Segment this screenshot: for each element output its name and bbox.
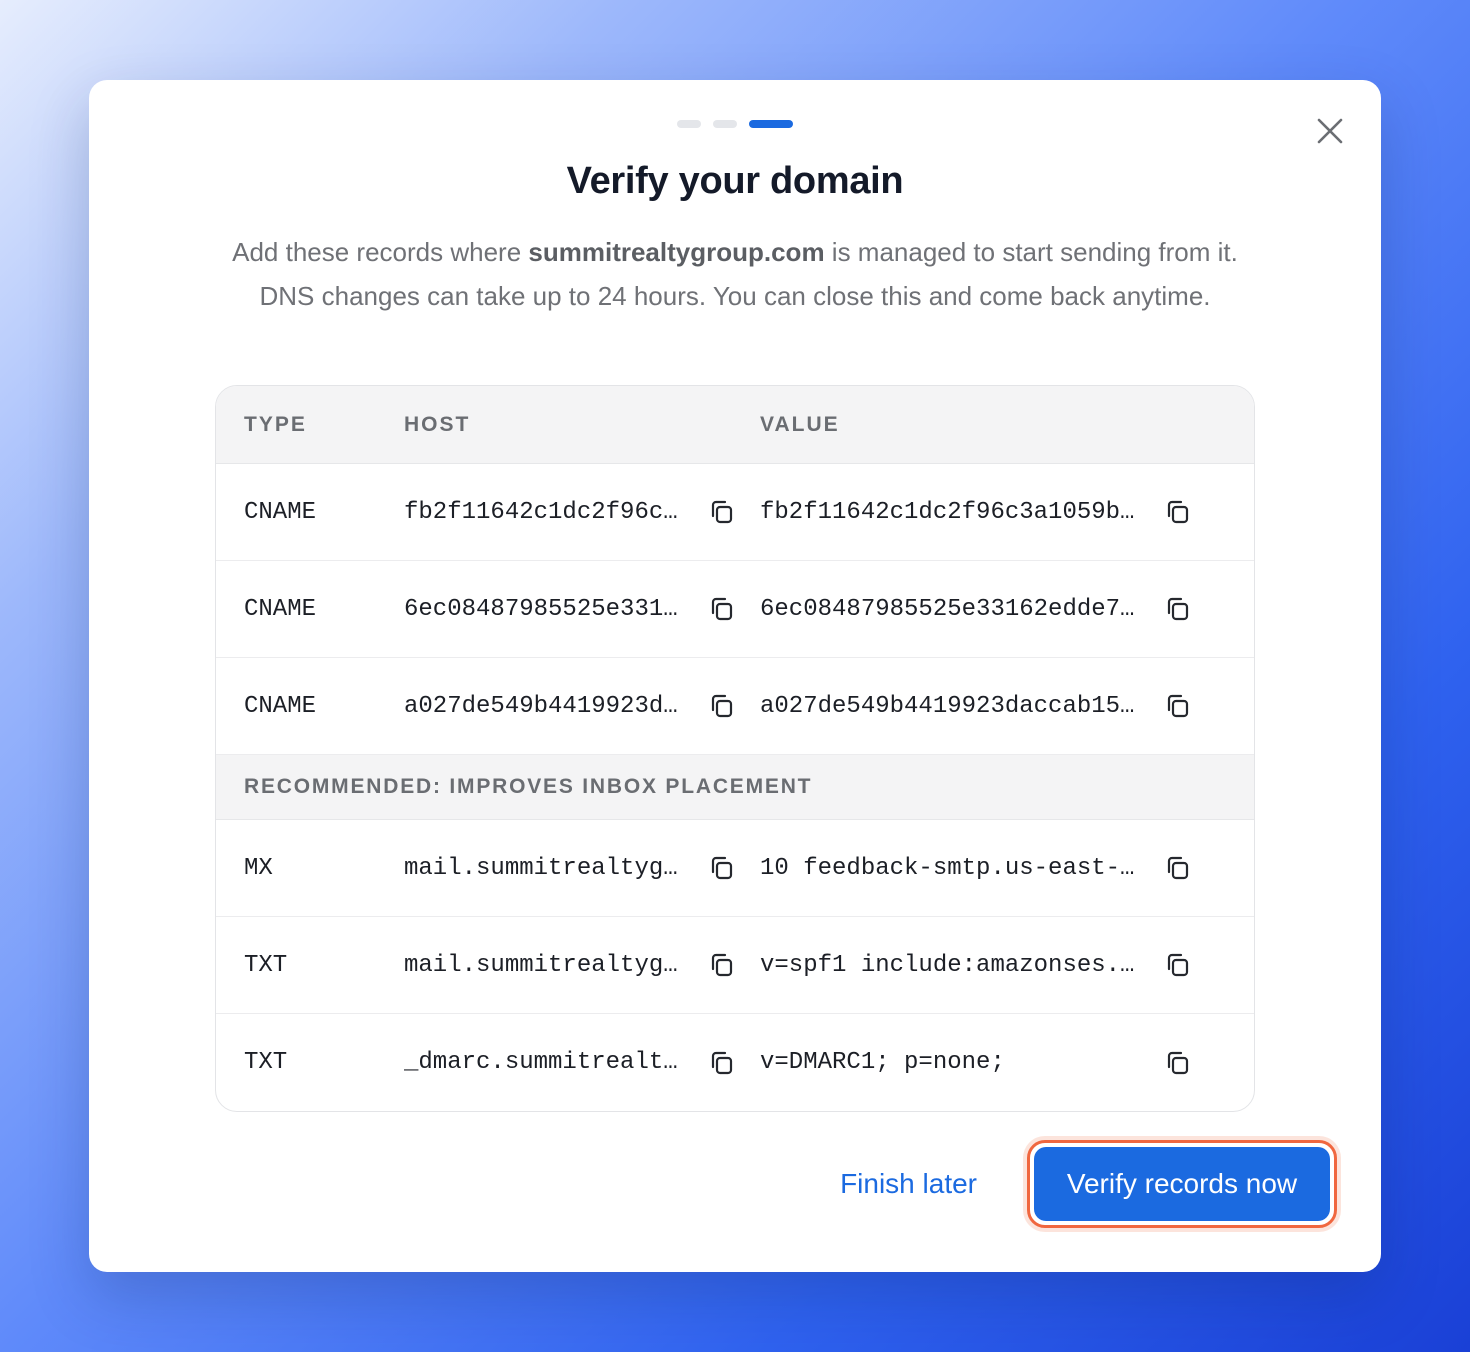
copy-value-button[interactable] (1155, 589, 1201, 629)
copy-value-button[interactable] (1155, 1043, 1201, 1083)
record-type: CNAME (244, 692, 317, 720)
record-value: v=spf1 include:amazonses.… (760, 951, 1135, 979)
table-row: CNAME a027de549b4419923d… a027de549b4419… (216, 658, 1254, 755)
step-3-indicator (749, 120, 793, 128)
table-header: TYPE HOST VALUE (216, 386, 1254, 464)
close-button[interactable] (1315, 116, 1345, 146)
description-text-before: Add these records where (232, 237, 529, 267)
domain-name: summitrealtygroup.com (528, 237, 825, 267)
step-2-indicator (713, 120, 737, 128)
dialog-description: Add these records where summitrealtygrou… (229, 230, 1241, 318)
copy-icon (1167, 500, 1189, 524)
copy-host-button[interactable] (699, 492, 745, 532)
record-host: mail.summitrealtyg… (404, 854, 678, 882)
step-1-indicator (677, 120, 701, 128)
dialog-footer: Finish later Verify records now (840, 1140, 1337, 1228)
verify-records-button[interactable]: Verify records now (1034, 1147, 1330, 1221)
record-value: fb2f11642c1dc2f96c3a1059b… (760, 498, 1135, 526)
dns-records-table: TYPE HOST VALUE CNAME fb2f11642c1dc2f96c… (215, 385, 1255, 1112)
copy-icon (1167, 856, 1189, 880)
record-host: 6ec08487985525e331… (404, 595, 678, 623)
close-icon (1317, 118, 1343, 144)
record-type: MX (244, 854, 273, 882)
recommended-section-header: RECOMMENDED: IMPROVES INBOX PLACEMENT (216, 755, 1254, 820)
header-host: HOST (404, 412, 471, 436)
record-value: 10 feedback-smtp.us-east-… (760, 854, 1135, 882)
record-host: _dmarc.summitrealt… (404, 1049, 678, 1076)
dialog-title: Verify your domain (566, 160, 904, 202)
verify-button-highlight: Verify records now (1027, 1140, 1337, 1228)
step-progress-indicator (89, 120, 1381, 128)
copy-icon (1167, 597, 1189, 621)
header-value: VALUE (760, 412, 840, 436)
copy-icon (1167, 1051, 1189, 1074)
copy-host-button[interactable] (699, 945, 745, 985)
record-value: v=DMARC1; p=none; (760, 1049, 1005, 1076)
copy-value-button[interactable] (1155, 492, 1201, 532)
record-host: mail.summitrealtyg… (404, 951, 678, 979)
table-row: CNAME 6ec08487985525e331… 6ec08487985525… (216, 561, 1254, 658)
copy-host-button[interactable] (699, 589, 745, 629)
record-type: TXT (244, 951, 288, 979)
copy-value-button[interactable] (1155, 848, 1201, 888)
verify-domain-dialog: Verify your domain Add these records whe… (89, 80, 1381, 1272)
table-row: TXT mail.summitrealtyg… v=spf1 include:a… (216, 917, 1254, 1014)
copy-icon (711, 953, 733, 977)
copy-value-button[interactable] (1155, 945, 1201, 985)
table-row: CNAME fb2f11642c1dc2f96c… fb2f11642c1dc2… (216, 464, 1254, 561)
record-host: fb2f11642c1dc2f96c… (404, 498, 678, 526)
table-row: MX mail.summitrealtyg… 10 feedback-smtp.… (216, 820, 1254, 917)
copy-icon (711, 1051, 733, 1074)
record-type: CNAME (244, 595, 317, 623)
copy-host-button[interactable] (699, 1043, 745, 1083)
header-type: TYPE (244, 412, 307, 436)
copy-icon (1167, 953, 1189, 977)
copy-value-button[interactable] (1155, 686, 1201, 726)
record-type: CNAME (244, 498, 317, 526)
copy-icon (711, 500, 733, 524)
table-row: TXT _dmarc.summitrealt… v=DMARC1; p=none… (216, 1014, 1254, 1111)
copy-host-button[interactable] (699, 686, 745, 726)
copy-icon (711, 856, 733, 880)
copy-icon (711, 694, 733, 718)
copy-host-button[interactable] (699, 848, 745, 888)
finish-later-button[interactable]: Finish later (840, 1168, 977, 1200)
copy-icon (1167, 694, 1189, 718)
record-host: a027de549b4419923d… (404, 692, 678, 720)
record-value: a027de549b4419923daccab15… (760, 692, 1135, 720)
record-value: 6ec08487985525e33162edde7… (760, 595, 1135, 623)
copy-icon (711, 597, 733, 621)
record-type: TXT (244, 1049, 288, 1076)
